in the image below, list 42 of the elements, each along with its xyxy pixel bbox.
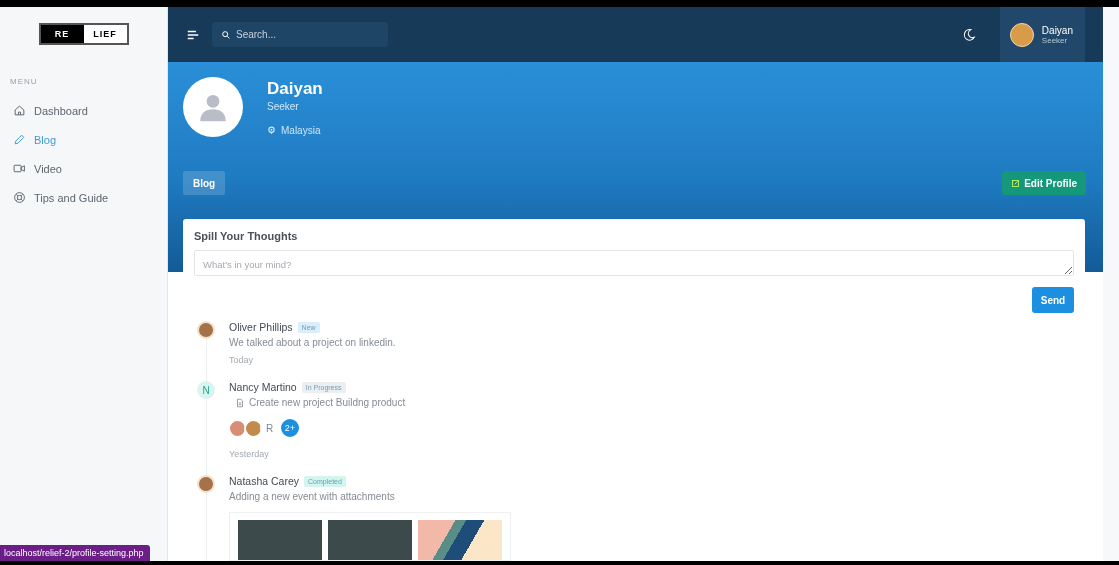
sidebar-item[interactable]: Video <box>0 154 167 183</box>
author-name: Oliver Phillips <box>229 321 293 333</box>
post-time: Yesterday <box>229 449 270 459</box>
profile-location: Malaysia <box>281 125 321 136</box>
post-time: Today <box>229 355 255 365</box>
lifebuoy-icon <box>13 191 26 204</box>
home-icon <box>13 104 26 117</box>
location-pin-icon <box>267 126 276 135</box>
user-avatar <box>197 475 215 493</box>
send-button[interactable]: Send <box>1032 287 1074 313</box>
video-camera-icon <box>13 162 26 175</box>
author-name: Natasha Carey <box>229 475 300 487</box>
post-text: Adding a new event with attachments <box>229 491 395 502</box>
pencil-icon <box>13 133 26 146</box>
profile-name: Daiyan <box>267 79 323 99</box>
sidebar-item[interactable]: Blog <box>0 125 167 154</box>
user-avatar: N <box>197 381 215 399</box>
participant-avatar <box>228 418 247 438</box>
edit-profile-button[interactable]: Edit Profile <box>1002 171 1086 195</box>
user-role: Seeker <box>1041 35 1068 45</box>
sidebar-item[interactable]: Tips and Guide <box>0 183 167 212</box>
composer-title: Spill Your Thoughts <box>194 230 299 242</box>
author-name: Nancy Martino <box>229 381 297 393</box>
search-icon <box>221 29 231 40</box>
menu-heading: MENU <box>10 77 38 86</box>
user-avatar <box>1009 22 1034 47</box>
blog-tab[interactable]: Blog <box>183 171 226 195</box>
user-avatar <box>197 321 215 339</box>
post-text: We talked about a project on linkedin. <box>229 337 396 348</box>
relief-logo[interactable]: RE LIEF <box>38 23 129 45</box>
status-link-tooltip: localhost/relief-2/profile-setting.php <box>0 545 150 561</box>
dark-mode-icon[interactable] <box>961 27 976 42</box>
thoughts-input[interactable]: What's in your mind? <box>194 250 1074 276</box>
user-menu[interactable]: Daiyan Seeker <box>999 7 1085 62</box>
more-participants-badge: 2+ <box>279 417 301 439</box>
post-text: Create new project Buildng product <box>249 397 406 408</box>
participant-avatar <box>244 418 263 438</box>
profile-role: Seeker <box>267 101 300 112</box>
user-name: Daiyan <box>1041 24 1073 36</box>
search-field[interactable]: Search... <box>212 22 388 47</box>
edit-icon <box>1011 178 1021 188</box>
sidebar-item[interactable]: Dashboard <box>0 96 167 125</box>
